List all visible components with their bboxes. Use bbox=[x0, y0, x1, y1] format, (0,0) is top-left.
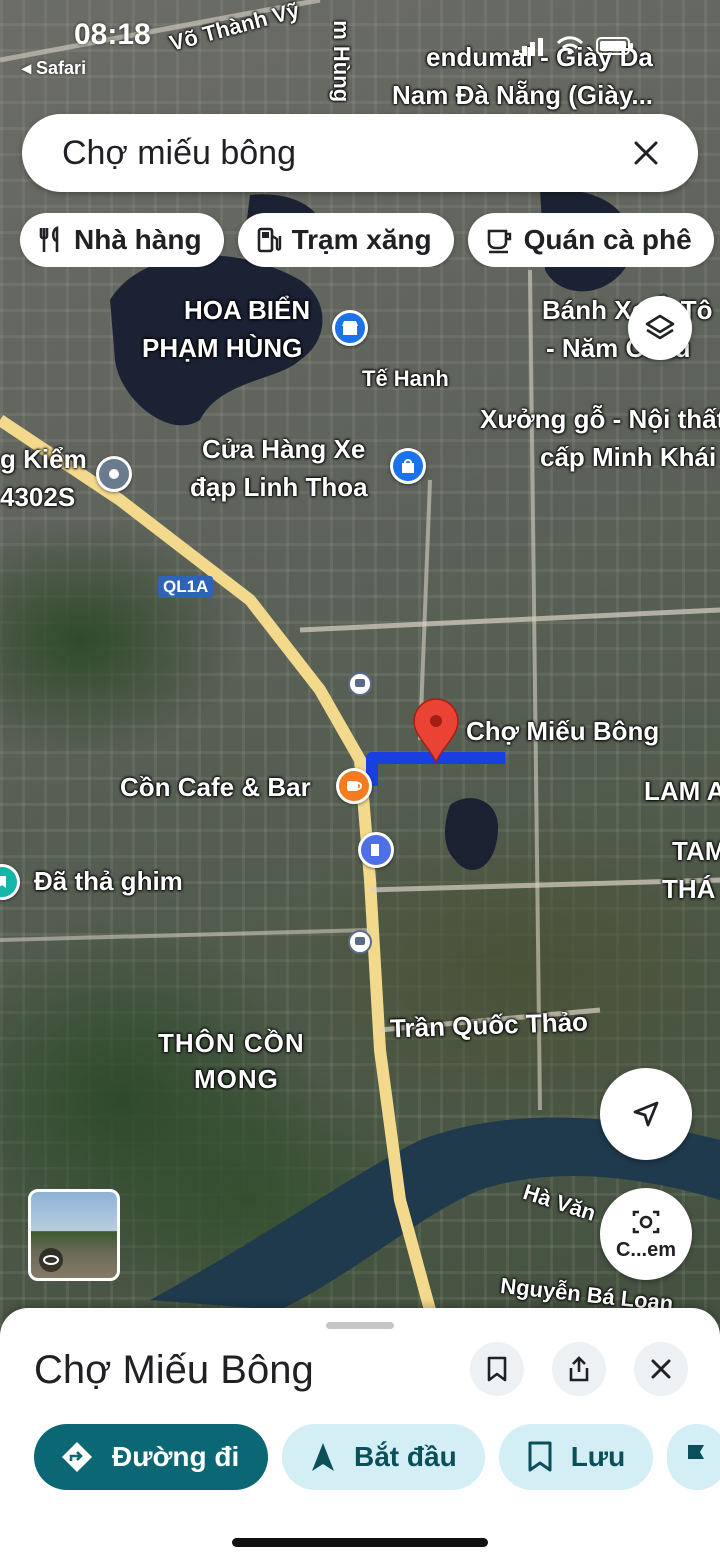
highway-shield: QL1A bbox=[158, 576, 214, 598]
flag-icon bbox=[688, 1445, 705, 1470]
chip-label: Nhà hàng bbox=[74, 224, 202, 255]
back-to-safari-link[interactable]: ◂ Safari bbox=[22, 58, 86, 79]
share-icon bbox=[569, 1356, 589, 1382]
directions-button[interactable]: Đường đi bbox=[34, 1424, 268, 1490]
signal-icon bbox=[514, 38, 543, 56]
poi-label[interactable]: HOA BIỂN bbox=[184, 295, 310, 326]
chip-gas-stations[interactable]: Trạm xăng bbox=[237, 213, 454, 267]
camera-lens-icon bbox=[632, 1210, 660, 1233]
place-bottom-sheet[interactable]: Chợ Miếu Bông Đường đi Bắt đầu Lưu bbox=[0, 1308, 720, 1560]
chip-label: Trạm xăng bbox=[291, 224, 432, 255]
category-chips: Nhà hàng Trạm xăng Quán cà phê bbox=[20, 213, 720, 267]
camera-search-label: C...em bbox=[615, 1238, 677, 1261]
search-input[interactable]: Chợ miếu bông bbox=[62, 134, 624, 173]
poi-label[interactable]: 4302S bbox=[0, 482, 75, 513]
gas-station-icon bbox=[257, 227, 281, 253]
area-label: THÔN CỒN bbox=[158, 1028, 305, 1058]
bus-stop-icon[interactable] bbox=[348, 930, 372, 954]
chip-label: Quán cà phê bbox=[523, 224, 692, 255]
street-label: Tế Hanh bbox=[362, 366, 449, 391]
directions-icon bbox=[62, 1442, 92, 1472]
coffee-cup-icon bbox=[487, 229, 511, 254]
shopping-bag-pin-icon[interactable] bbox=[390, 448, 426, 484]
save-label: Lưu bbox=[570, 1441, 626, 1472]
poi-label[interactable]: g Kiểm bbox=[0, 444, 87, 475]
close-icon bbox=[634, 141, 658, 165]
status-indicators bbox=[514, 36, 634, 56]
search-bar[interactable]: Chợ miếu bông bbox=[22, 114, 698, 192]
start-button[interactable]: Bắt đầu bbox=[282, 1424, 485, 1490]
more-actions-button[interactable] bbox=[667, 1424, 720, 1490]
pond bbox=[445, 798, 499, 870]
bookmark-icon bbox=[528, 1441, 552, 1472]
area-label: TAM bbox=[672, 836, 720, 866]
chip-cafes[interactable]: Quán cà phê bbox=[467, 213, 714, 267]
street-view-icon bbox=[39, 1248, 63, 1272]
area-label: LAM A bbox=[644, 776, 720, 806]
sheet-header-actions bbox=[470, 1342, 688, 1396]
directions-label: Đường đi bbox=[112, 1441, 240, 1472]
navigation-arrow-icon bbox=[633, 1101, 659, 1127]
poi-label[interactable]: Đã thả ghim bbox=[34, 866, 183, 897]
shop-pin-icon[interactable] bbox=[332, 310, 368, 346]
my-location-button[interactable] bbox=[600, 1068, 692, 1160]
poi-label[interactable]: Cồn Cafe & Bar bbox=[120, 772, 311, 803]
poi-label[interactable]: Cửa Hàng Xe bbox=[202, 434, 365, 465]
poi-label[interactable]: Xưởng gỗ - Nội thất bbox=[480, 404, 720, 435]
camera-search-button[interactable]: C...em bbox=[600, 1188, 692, 1280]
close-sheet-button[interactable] bbox=[634, 1342, 688, 1396]
sheet-drag-handle[interactable] bbox=[326, 1322, 394, 1329]
navigation-arrow-icon bbox=[312, 1443, 334, 1471]
poi-label[interactable]: Nam Đà Nẵng (Giày... bbox=[392, 80, 653, 111]
battery-icon bbox=[596, 37, 633, 55]
start-label: Bắt đầu bbox=[354, 1441, 457, 1472]
area-label: MONG bbox=[194, 1064, 279, 1094]
status-time: 08:18 bbox=[74, 18, 151, 51]
save-button[interactable]: Lưu bbox=[498, 1424, 654, 1490]
cafe-pin-icon[interactable] bbox=[336, 768, 372, 804]
clear-search-button[interactable] bbox=[624, 131, 668, 175]
poi-label[interactable]: đạp Linh Thoa bbox=[190, 472, 368, 503]
street-view-thumbnail[interactable] bbox=[28, 1189, 120, 1281]
route-line bbox=[366, 752, 505, 786]
fork-knife-icon bbox=[39, 226, 59, 252]
poi-label[interactable]: PHẠM HÙNG bbox=[142, 333, 302, 364]
place-title: Chợ Miếu Bông bbox=[34, 1348, 314, 1392]
place-pin-icon[interactable] bbox=[96, 456, 132, 492]
save-place-button[interactable] bbox=[470, 1342, 524, 1396]
gas-pin-icon[interactable] bbox=[358, 832, 394, 868]
selected-place-label[interactable]: Chợ Miếu Bông bbox=[466, 716, 659, 747]
home-indicator[interactable] bbox=[232, 1538, 488, 1547]
place-actions: Đường đi Bắt đầu Lưu bbox=[34, 1424, 720, 1490]
street-label: m Hùng bbox=[329, 20, 355, 103]
close-icon bbox=[651, 1359, 671, 1379]
poi-label[interactable]: cấp Minh Khái bbox=[540, 442, 716, 473]
wifi-icon bbox=[556, 36, 584, 55]
map-layers-button[interactable] bbox=[628, 296, 692, 360]
layers-icon bbox=[645, 314, 675, 340]
share-button[interactable] bbox=[552, 1342, 606, 1396]
chip-restaurants[interactable]: Nhà hàng bbox=[20, 213, 224, 267]
bookmark-icon bbox=[487, 1356, 507, 1382]
bus-stop-icon[interactable] bbox=[348, 672, 372, 696]
area-label: THÁ bbox=[662, 874, 716, 904]
